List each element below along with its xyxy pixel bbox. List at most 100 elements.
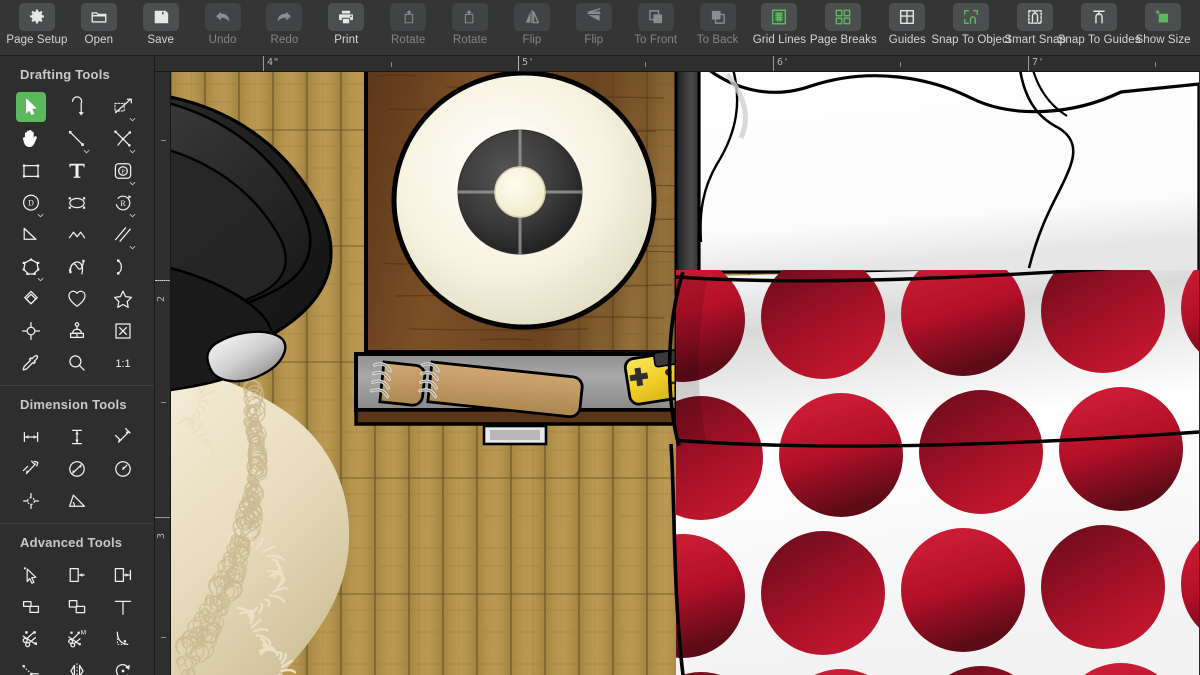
rotate-copy-tool[interactable] [100,655,146,675]
aligned-dimension-tool[interactable] [100,421,146,453]
offset-shapes-tool[interactable] [54,591,100,623]
delete-region-tool[interactable] [100,315,146,347]
multi-line-tool[interactable] [100,123,146,155]
heart-tool[interactable] [54,283,100,315]
line-tool[interactable] [54,123,100,155]
ruler-minor-tick [1155,62,1156,67]
union-shapes-tool[interactable] [8,591,54,623]
star-tool[interactable] [100,283,146,315]
scissors-trim-icon [16,624,46,654]
bezier-tool[interactable] [54,251,100,283]
toolbar-button-label: To Back [696,34,739,46]
horizontal-dimension-tool[interactable] [8,421,54,453]
extend-tool[interactable] [8,655,54,675]
layered-diamond-icon [16,284,46,314]
rectangle-tool[interactable] [8,155,54,187]
center-mark-tool[interactable] [8,485,54,517]
ruler-guide-marker-vertical[interactable] [155,280,170,281]
toolbar-button-show-size[interactable]: Show Size [1132,3,1194,46]
toolbar-button-snap-to-guides[interactable]: Snap To Guides [1058,3,1141,46]
trim-tool[interactable] [8,623,54,655]
toolbar-button-label: Show Size [1135,34,1191,46]
tool-grid: M [0,559,154,675]
toolbar-button-label: Flip [522,34,542,46]
rotate-tool[interactable] [54,91,100,123]
parallel-lines-tool[interactable] [100,219,146,251]
toolbar-button-snap-to-object[interactable]: Snap To Object [931,3,1011,46]
marquee-line-tool[interactable] [100,91,146,123]
tools-sidebar[interactable]: Drafting Tools P D R 1:1 Dimension Tools Advan… [0,56,155,675]
toolbar-button-label: Save [147,34,174,46]
leader-dimension-tool[interactable] [8,453,54,485]
pan-hand-tool[interactable] [8,123,54,155]
toolbar-button-redo: Redo [254,3,316,46]
ruler-major-tick [155,517,170,518]
ruler-minor-tick [161,140,166,141]
toolbar-button-save[interactable]: Save [130,3,192,46]
extend-dotted-icon [16,656,46,675]
ellipse-tool[interactable] [54,187,100,219]
diameter-dim-icon [62,454,92,484]
canvas-area[interactable]: 4" 5' 6' 7' 23 [155,56,1200,675]
vertical-dimension-tool[interactable] [54,421,100,453]
toolbar-button-guides[interactable]: Guides [876,3,938,46]
hand-icon [16,124,46,154]
arc-tool[interactable] [100,251,146,283]
horizontal-ruler[interactable]: 4" 5' 6' 7' [155,56,1200,72]
zoom-tool[interactable] [54,347,100,379]
chamfer-tool[interactable] [8,219,54,251]
toolbar-button-page-setup[interactable]: Page Setup [6,3,68,46]
floppy-disk-icon [142,3,179,31]
actual-size-tool[interactable]: 1:1 [100,347,146,379]
ellipse-icon [62,188,92,218]
diamond-tool[interactable] [8,283,54,315]
star-icon [108,284,138,314]
snap-to-guides-icon [1081,3,1118,31]
circle-r-icon: R [108,188,138,218]
stamp-tool[interactable] [54,315,100,347]
design-canvas[interactable] [171,72,1200,675]
toolbar-button-open[interactable]: Open [68,3,130,46]
rotate-left-icon [390,3,427,31]
polygon-tool[interactable]: P [100,155,146,187]
toolbar-button-label: Undo [208,34,237,46]
toolbar-button-page-breaks[interactable]: Page Breaks [810,3,877,46]
text-tool[interactable] [54,155,100,187]
insert-left-tool[interactable] [54,559,100,591]
printer-icon [328,3,365,31]
trim-multiple-tool[interactable]: M [54,623,100,655]
anchor-point-tool[interactable] [8,315,54,347]
radius-tool[interactable]: R [100,187,146,219]
insert-right-tool[interactable] [100,559,146,591]
angle-dimension-tool[interactable] [54,485,100,517]
boxed-x-icon [108,316,138,346]
toolbar-button-label: Redo [270,34,299,46]
smart-select-tool[interactable] [8,559,54,591]
toolbar-button-label: Flip [584,34,604,46]
ruler-guide-marker-horizontal[interactable] [518,56,519,71]
branching-lines-icon [108,124,138,154]
toolbar-button-label: Snap To Guides [1057,34,1141,46]
rubber-stamp-icon [62,316,92,346]
select-arrow-tool[interactable] [8,91,54,123]
ruler-label: 3 [156,533,167,540]
toolbar-button-label: Snap To Object [931,34,1012,46]
dimension-circle-tool[interactable]: D [8,187,54,219]
main-toolbar: Page Setup Open Save Undo Redo Print Rotate Rot… [0,0,1200,56]
dotted-cursor-icon [16,560,46,590]
tool-grid [0,421,154,517]
mirror-tool[interactable] [54,655,100,675]
vertical-ruler[interactable]: 23 [155,72,171,675]
toolbar-button-grid-lines[interactable]: Grid Lines [749,3,811,46]
fillet-tool[interactable] [100,623,146,655]
perpendicular-tool[interactable] [100,591,146,623]
polygon-n-tool[interactable] [8,251,54,283]
arc-wave-tool[interactable] [54,219,100,251]
eyedropper-tool[interactable] [8,347,54,379]
diameter-dimension-tool[interactable] [54,453,100,485]
radius-dimension-tool[interactable] [100,453,146,485]
redo-arrow-icon [266,3,303,31]
box-arrow-out-icon [108,560,138,590]
toolbar-button-print[interactable]: Print [315,3,377,46]
guides-icon [889,3,926,31]
